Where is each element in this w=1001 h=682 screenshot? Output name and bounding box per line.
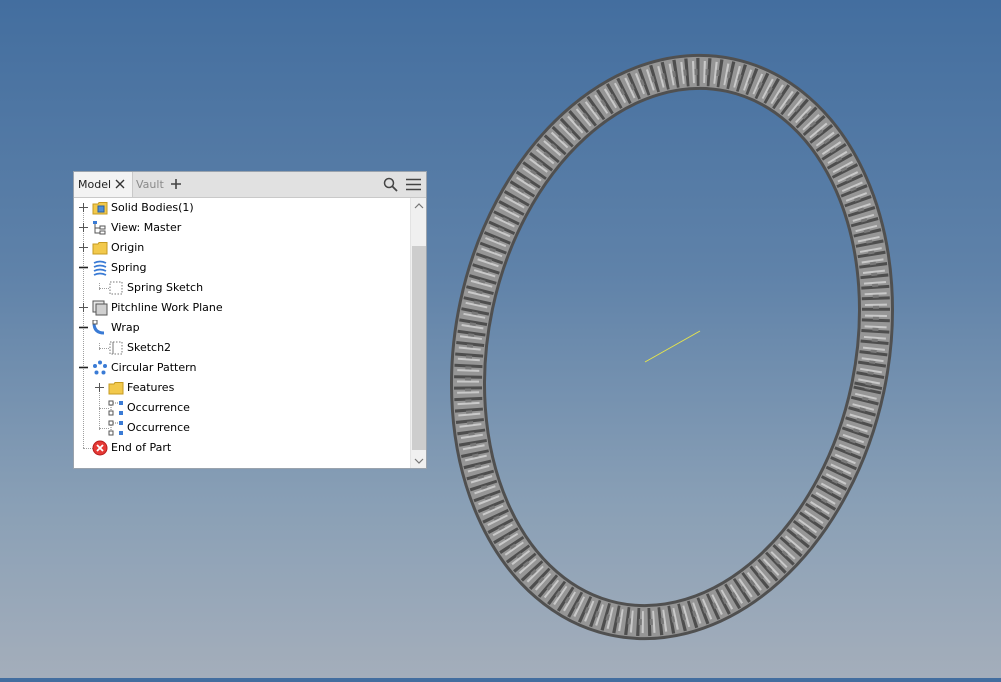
occurrence-icon bbox=[108, 400, 123, 416]
tree-item-spring-sketch[interactable]: Spring Sketch bbox=[74, 278, 410, 298]
tree-item-label: Spring Sketch bbox=[127, 281, 204, 294]
hamburger-menu-icon[interactable] bbox=[406, 178, 421, 191]
tree-item-occurrence[interactable]: Occurrence bbox=[74, 398, 410, 418]
sketch-icon bbox=[109, 281, 123, 295]
tree-item-label: End of Part bbox=[111, 441, 172, 454]
tree-item-solid-bodies[interactable]: Solid Bodies(1) bbox=[74, 198, 410, 218]
tree-item-label: View: Master bbox=[111, 221, 182, 234]
tree-item-wrap[interactable]: Wrap bbox=[74, 318, 410, 338]
collapse-minus-icon[interactable] bbox=[79, 363, 88, 372]
browser-tab-bar: Model Vault bbox=[74, 172, 426, 198]
tree-item-label: Origin bbox=[111, 241, 145, 254]
tree-item-label: Wrap bbox=[111, 321, 140, 334]
tree-item-label: Features bbox=[127, 381, 175, 394]
model-tree: Solid Bodies(1) View: Master Origin Spri… bbox=[74, 198, 410, 468]
occurrence-icon bbox=[108, 420, 123, 436]
tree-item-end-of-part[interactable]: End of Part bbox=[74, 438, 410, 458]
tree-item-label: Solid Bodies(1) bbox=[111, 201, 194, 214]
folder-icon bbox=[108, 382, 124, 395]
tab-model-label: Model bbox=[78, 178, 112, 191]
tab-model[interactable]: Model bbox=[74, 172, 133, 197]
close-icon[interactable] bbox=[114, 178, 126, 190]
axis-line bbox=[644, 330, 701, 363]
circular-pattern-icon bbox=[93, 360, 107, 375]
tree-scrollbar[interactable] bbox=[410, 198, 426, 468]
collapse-minus-icon[interactable] bbox=[79, 323, 88, 332]
solid-bodies-folder-icon bbox=[92, 202, 108, 215]
work-plane-icon bbox=[92, 300, 108, 316]
collapse-minus-icon[interactable] bbox=[79, 263, 88, 272]
expand-plus-icon[interactable] bbox=[95, 383, 104, 392]
tree-item-circular-pattern[interactable]: Circular Pattern bbox=[74, 358, 410, 378]
tree-item-label: Occurrence bbox=[127, 421, 190, 434]
tree-item-features[interactable]: Features bbox=[74, 378, 410, 398]
expand-plus-icon[interactable] bbox=[79, 303, 88, 312]
search-icon[interactable] bbox=[383, 177, 398, 192]
folder-icon bbox=[92, 242, 108, 255]
tab-vault[interactable]: Vault bbox=[136, 172, 164, 197]
expand-plus-icon[interactable] bbox=[79, 243, 88, 252]
tree-item-origin[interactable]: Origin bbox=[74, 238, 410, 258]
tree-item-label: Circular Pattern bbox=[111, 361, 197, 374]
wrap-feature-icon bbox=[92, 320, 105, 335]
chevron-down-icon[interactable] bbox=[414, 458, 424, 465]
end-of-part-icon bbox=[92, 440, 108, 456]
expand-plus-icon[interactable] bbox=[79, 223, 88, 232]
tree-item-sketch2[interactable]: Sketch2 bbox=[74, 338, 410, 358]
coil-feature-icon bbox=[93, 260, 107, 276]
chevron-up-icon[interactable] bbox=[414, 202, 424, 209]
tree-item-pitchline-work-plane[interactable]: Pitchline Work Plane bbox=[74, 298, 410, 318]
tree-item-label: Pitchline Work Plane bbox=[111, 301, 223, 314]
scrollbar-thumb[interactable] bbox=[412, 246, 426, 450]
tab-vault-label: Vault bbox=[136, 178, 164, 191]
tree-item-label: Sketch2 bbox=[127, 341, 172, 354]
model-browser-panel: Model Vault Solid Bodies(1) View: Master… bbox=[73, 171, 427, 469]
tree-item-occurrence[interactable]: Occurrence bbox=[74, 418, 410, 438]
expand-plus-icon[interactable] bbox=[79, 203, 88, 212]
sketch-icon bbox=[109, 341, 123, 355]
view-rep-icon bbox=[93, 221, 106, 235]
tree-item-view-master[interactable]: View: Master bbox=[74, 218, 410, 238]
plus-icon[interactable] bbox=[170, 178, 182, 190]
tree-item-label: Occurrence bbox=[127, 401, 190, 414]
tree-item-spring[interactable]: Spring bbox=[74, 258, 410, 278]
tree-item-label: Spring bbox=[111, 261, 147, 274]
